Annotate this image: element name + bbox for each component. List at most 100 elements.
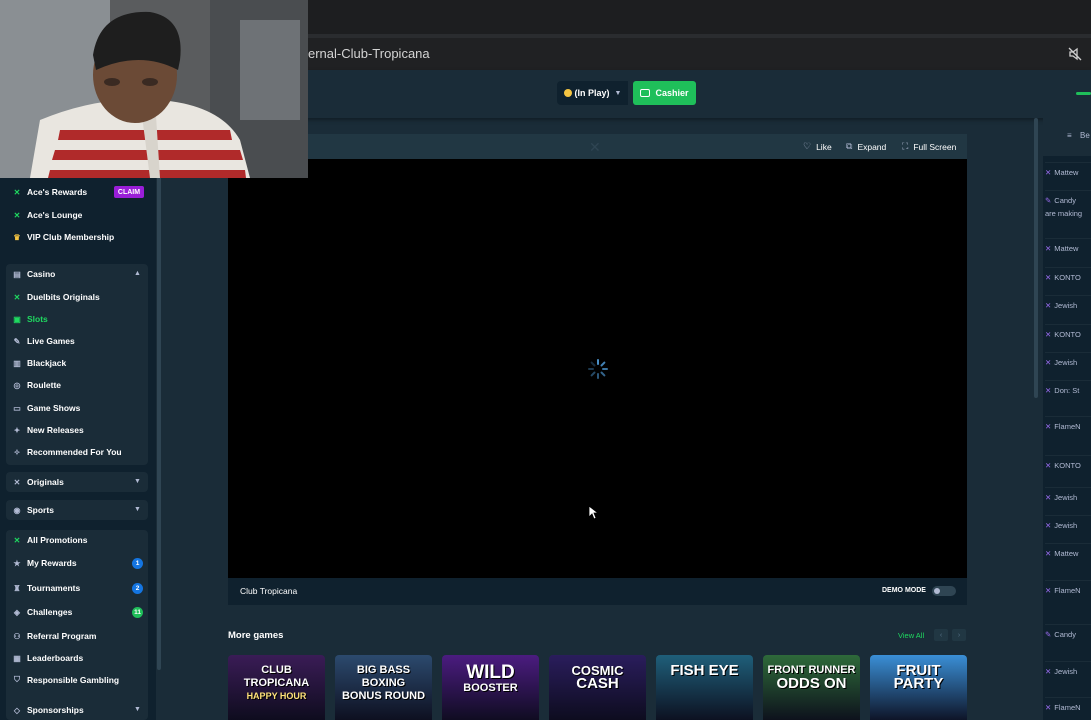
chat-username[interactable]: Candy	[1054, 630, 1076, 639]
chat-username[interactable]: Jewish	[1054, 521, 1077, 530]
chat-username[interactable]: Don: St	[1054, 386, 1079, 395]
ace-icon: ✕	[13, 187, 21, 197]
sidebar-item-new-releases[interactable]: ✦ New Releases	[12, 422, 84, 438]
chevron-up-icon[interactable]: ▲	[134, 270, 141, 277]
game-tile-big-bass-boxing[interactable]: BIG BASS BOXING BONUS ROUND	[335, 655, 432, 720]
mute-icon[interactable]	[1067, 46, 1083, 62]
sidebar-item-all-promotions[interactable]: ✕ All Promotions	[12, 532, 88, 548]
ace-icon: ✕	[13, 292, 21, 302]
sidebar-item-duelbits-originals[interactable]: ✕ Duelbits Originals	[12, 289, 100, 305]
ace-icon: ✕	[1045, 244, 1052, 253]
game-tile-wild-booster[interactable]: WILD BOOSTER	[442, 655, 539, 720]
chat-username[interactable]: KONTO	[1054, 461, 1081, 470]
sidebar-item-aces-rewards[interactable]: ✕ Ace's Rewards	[12, 184, 88, 200]
balance-selector[interactable]: (In Play) ▼	[557, 81, 628, 105]
chat-username[interactable]: Mattew	[1054, 168, 1078, 177]
chat-username[interactable]: FlameN	[1054, 586, 1080, 595]
sidebar-item-label: Live Games	[27, 336, 75, 346]
sidebar-item-originals[interactable]: ✕ Originals	[12, 474, 64, 490]
game-tile-fish-eye[interactable]: FISH EYE	[656, 655, 753, 720]
game-tile-cosmic-cash[interactable]: COSMIC CASH	[549, 655, 646, 720]
sidebar-item-live-games[interactable]: ✎ Live Games	[12, 333, 75, 349]
game-tile-front-runner[interactable]: FRONT RUNNER ODDS ON	[763, 655, 860, 720]
sidebar-item-tournaments[interactable]: ♜ Tournaments	[12, 580, 80, 596]
chevron-down-icon[interactable]: ▼	[134, 706, 141, 713]
cashier-button[interactable]: Cashier	[633, 81, 696, 105]
chat-message-text: are making	[1045, 209, 1083, 218]
sidebar-item-challenges[interactable]: ◈ Challenges	[12, 604, 72, 620]
sidebar-item-recommended[interactable]: ✧ Recommended For You	[12, 444, 122, 460]
pen-icon: ✎	[1045, 196, 1052, 205]
chat-username[interactable]: KONTO	[1054, 330, 1081, 339]
casino-icon: ▤	[13, 269, 21, 279]
ace-icon: ✕	[1045, 493, 1052, 502]
chat-menu-icon[interactable]: ≡	[1067, 131, 1072, 140]
chat-username[interactable]: Mattew	[1054, 244, 1078, 253]
next-arrow-button[interactable]: ›	[952, 629, 966, 641]
chat-username[interactable]: Jewish	[1054, 493, 1077, 502]
ace-icon: ✕	[1045, 461, 1052, 470]
expand-button[interactable]: ⧉ Expand	[846, 141, 886, 152]
fullscreen-button[interactable]: ⛶ Full Screen	[902, 141, 956, 152]
sidebar-item-referral[interactable]: ⚇ Referral Program	[12, 628, 96, 644]
browser-tab-title[interactable]: ernal-Club-Tropicana	[308, 46, 430, 61]
prev-arrow-button[interactable]: ‹	[934, 629, 948, 641]
main-scrollbar[interactable]	[1034, 118, 1038, 398]
sidebar-item-label: Sponsorships	[27, 705, 84, 715]
coin-icon	[563, 89, 572, 97]
ace-icon: ✕	[1045, 521, 1052, 530]
sidebar-item-sponsorships[interactable]: ◇ Sponsorships	[12, 702, 84, 718]
sidebar-item-casino[interactable]: ▤ Casino	[12, 266, 55, 282]
ace-icon: ✕	[1045, 549, 1052, 558]
tile-subtitle: PARTY	[893, 675, 944, 692]
chat-username[interactable]: Candy	[1054, 196, 1076, 205]
view-all-link[interactable]: View All	[898, 631, 924, 640]
game-title: Club Tropicana	[240, 586, 298, 596]
chat-username[interactable]: Jewish	[1054, 667, 1077, 676]
game-tile-club-tropicana[interactable]: CLUB TROPICANA HAPPY HOUR	[228, 655, 325, 720]
chat-username[interactable]: Jewish	[1054, 358, 1077, 367]
ace-icon: ✕	[1045, 330, 1052, 339]
chat-username[interactable]: KONTO	[1054, 273, 1081, 282]
sidebar-item-label: Tournaments	[27, 583, 81, 593]
originals-icon: ✕	[13, 477, 21, 487]
ace-icon: ✕	[1045, 667, 1052, 676]
logo-icon: ✕	[589, 139, 601, 155]
sidebar-item-label: Ace's Lounge	[27, 210, 83, 220]
chat-message: ✕ KONTO	[1045, 273, 1091, 282]
chat-username[interactable]: FlameN	[1054, 703, 1080, 712]
chat-divider	[1045, 543, 1091, 544]
sidebar-item-roulette[interactable]: ◎ Roulette	[12, 377, 62, 393]
chevron-down-icon[interactable]: ▼	[134, 506, 141, 513]
chat-username[interactable]: FlameN	[1054, 422, 1080, 431]
chat-username[interactable]: Mattew	[1054, 549, 1078, 558]
game-tile-fruit-party[interactable]: FRUIT PARTY	[870, 655, 967, 720]
tile-subtitle: HAPPY HOUR	[246, 691, 307, 701]
sidebar-item-my-rewards[interactable]: ★ My Rewards	[12, 555, 76, 571]
sidebar-item-slots[interactable]: ▣ Slots	[12, 311, 48, 327]
sidebar-item-sports[interactable]: ◉ Sports	[12, 502, 54, 518]
sidebar-scrollbar[interactable]	[157, 118, 161, 670]
sidebar-item-aces-lounge[interactable]: ✕ Ace's Lounge	[12, 207, 83, 223]
like-button[interactable]: ♡ Like	[803, 141, 832, 152]
sidebar-item-vip-club[interactable]: ♛ VIP Club Membership	[12, 229, 114, 245]
sidebar-item-game-shows[interactable]: ▭ Game Shows	[12, 400, 80, 416]
demo-mode-toggle[interactable]	[932, 586, 956, 596]
sponsor-icon: ◇	[13, 705, 21, 715]
chat-message: ✕ Mattew	[1045, 244, 1091, 253]
sidebar-item-responsible-gambling[interactable]: ⛉ Responsible Gambling	[12, 672, 119, 688]
fullscreen-icon: ⛶	[902, 141, 909, 151]
sidebar-item-label: Blackjack	[27, 358, 67, 368]
chevron-down-icon[interactable]: ▼	[134, 478, 141, 485]
pen-icon: ✎	[1045, 630, 1052, 639]
sidebar-item-label: Challenges	[27, 607, 73, 617]
ace-icon: ✕	[1045, 168, 1052, 177]
chat-divider	[1045, 324, 1091, 325]
sidebar-item-leaderboards[interactable]: ▦ Leaderboards	[12, 650, 83, 666]
chevron-down-icon: ▼	[614, 89, 622, 97]
sports-icon: ◉	[13, 505, 21, 515]
chat-username[interactable]: Jewish	[1054, 301, 1077, 310]
wallet-icon	[640, 89, 651, 97]
claim-badge[interactable]: CLAIM	[114, 186, 144, 198]
sidebar-item-blackjack[interactable]: ▥ Blackjack	[12, 355, 66, 371]
